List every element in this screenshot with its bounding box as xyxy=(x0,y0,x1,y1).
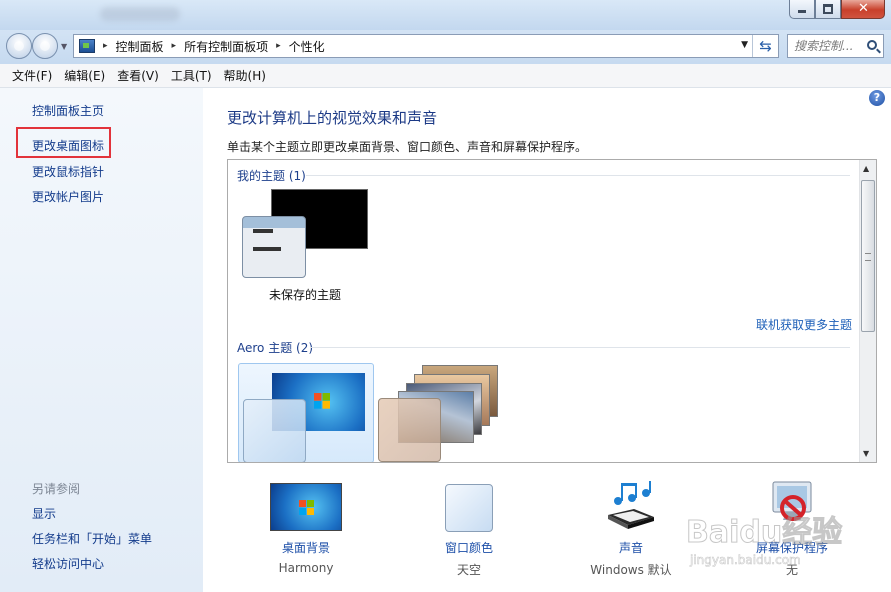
page-title: 更改计算机上的视觉效果和声音 xyxy=(227,109,438,127)
breadcrumb-separator-icon[interactable]: ▸ xyxy=(172,41,177,51)
theme-list: 我的主题 (1) 未保存的主题 联机获取更多主题 Aero 主题 (2) ▲ ▼ xyxy=(227,159,877,463)
theme-name: 未保存的主题 xyxy=(269,288,342,302)
setting-label[interactable]: 桌面背景 xyxy=(231,539,381,556)
address-bar[interactable]: ▸ 控制面板 ▸ 所有控制面板项 ▸ 个性化 ▼ ⇆ xyxy=(73,34,779,58)
theme-preview-window xyxy=(243,399,306,462)
sound-icon xyxy=(608,481,654,529)
get-more-themes-link[interactable]: 联机获取更多主题 xyxy=(756,316,852,333)
desktop-background-icon xyxy=(270,483,342,531)
close-button[interactable]: ✕ xyxy=(841,0,885,19)
breadcrumb-separator-icon[interactable]: ▸ xyxy=(103,41,108,51)
theme-windows-7[interactable] xyxy=(238,363,374,462)
theme-preview-window xyxy=(378,398,441,462)
setting-sounds[interactable]: 声音 Windows 默认 xyxy=(556,476,706,577)
search-box[interactable] xyxy=(787,34,884,58)
address-dropdown-icon[interactable]: ▼ xyxy=(741,40,748,50)
setting-value: Harmony xyxy=(278,561,334,575)
setting-value: 天空 xyxy=(456,563,481,577)
setting-label[interactable]: 窗口颜色 xyxy=(394,539,544,556)
sidebar-link-display[interactable]: 显示 xyxy=(32,505,56,522)
menu-help[interactable]: 帮助(H) xyxy=(218,67,272,84)
setting-label[interactable]: 屏幕保护程序 xyxy=(717,539,867,556)
maximize-button[interactable] xyxy=(815,0,841,19)
help-icon[interactable]: ? xyxy=(869,90,885,106)
task-pane: 控制面板主页 更改桌面图标 更改鼠标指针 更改帐户图片 另请参阅 显示 任务栏和… xyxy=(0,88,203,592)
sidebar-link-ease-of-access[interactable]: 轻松访问中心 xyxy=(32,555,104,572)
navigation-bar: ▼ ▸ 控制面板 ▸ 所有控制面板项 ▸ 个性化 ▼ ⇆ xyxy=(0,30,891,64)
theme-landscapes[interactable] xyxy=(378,365,503,462)
back-button[interactable] xyxy=(6,33,32,59)
windows-logo-icon xyxy=(299,500,314,515)
window-color-icon xyxy=(445,484,493,532)
maximize-icon xyxy=(823,4,833,14)
aero-themes-heading: Aero 主题 (2) xyxy=(237,341,314,355)
window-title xyxy=(100,7,180,21)
setting-screen-saver[interactable]: 屏幕保护程序 无 xyxy=(717,476,867,577)
search-icon[interactable] xyxy=(867,40,877,50)
section-divider xyxy=(306,175,850,176)
minimize-icon xyxy=(797,4,807,14)
close-icon: ✕ xyxy=(858,1,869,16)
forward-button[interactable] xyxy=(32,33,58,59)
page-description: 单击某个主题立即更改桌面背景、窗口颜色、声音和屏幕保护程序。 xyxy=(227,140,588,154)
minimize-button[interactable] xyxy=(789,0,815,19)
theme-list-scrollbar[interactable]: ▲ ▼ xyxy=(859,160,876,462)
setting-value: Windows 默认 xyxy=(590,563,672,577)
main-content: ? 更改计算机上的视觉效果和声音 单击某个主题立即更改桌面背景、窗口颜色、声音和… xyxy=(203,88,891,592)
breadcrumb-personalization[interactable]: 个性化 xyxy=(289,38,325,55)
control-panel-icon xyxy=(79,39,95,53)
scroll-down-icon[interactable]: ▼ xyxy=(863,449,869,458)
title-bar: ✕ xyxy=(0,0,891,30)
screensaver-icon xyxy=(772,481,812,521)
setting-desktop-background[interactable]: 桌面背景 Harmony xyxy=(231,476,381,576)
breadcrumb-separator-icon[interactable]: ▸ xyxy=(276,41,281,51)
section-divider xyxy=(310,347,850,348)
scroll-up-icon[interactable]: ▲ xyxy=(863,164,869,173)
setting-value: 无 xyxy=(785,563,798,577)
sidebar-link-taskbar-start-menu[interactable]: 任务栏和「开始」菜单 xyxy=(32,530,152,547)
recent-pages-dropdown-icon[interactable]: ▼ xyxy=(61,42,67,51)
menu-bar: 文件(F) 编辑(E) 查看(V) 工具(T) 帮助(H) xyxy=(0,64,891,88)
theme-preview-window xyxy=(242,216,306,278)
menu-view[interactable]: 查看(V) xyxy=(111,67,165,84)
setting-window-color[interactable]: 窗口颜色 天空 xyxy=(394,476,544,577)
sidebar-link-control-panel-home[interactable]: 控制面板主页 xyxy=(32,102,104,119)
sidebar-link-change-mouse-pointers[interactable]: 更改鼠标指针 xyxy=(32,163,104,180)
theme-unsaved[interactable]: 未保存的主题 xyxy=(242,189,372,314)
breadcrumb-all-items[interactable]: 所有控制面板项 xyxy=(184,38,268,55)
setting-label[interactable]: 声音 xyxy=(556,539,706,556)
sidebar-link-change-account-picture[interactable]: 更改帐户图片 xyxy=(32,188,104,205)
menu-file[interactable]: 文件(F) xyxy=(6,67,58,84)
breadcrumb-control-panel[interactable]: 控制面板 xyxy=(116,38,164,55)
search-input[interactable] xyxy=(794,39,864,53)
menu-tools[interactable]: 工具(T) xyxy=(165,67,218,84)
window-controls: ✕ xyxy=(789,0,885,19)
refresh-icon[interactable]: ⇆ xyxy=(752,35,778,57)
my-themes-heading: 我的主题 (1) xyxy=(237,169,306,183)
menu-edit[interactable]: 编辑(E) xyxy=(58,67,111,84)
scroll-thumb[interactable] xyxy=(861,180,875,332)
see-also-heading: 另请参阅 xyxy=(32,482,81,496)
sidebar-link-change-desktop-icons[interactable]: 更改桌面图标 xyxy=(32,137,104,154)
windows-logo-icon xyxy=(314,393,330,409)
theme-settings: 桌面背景 Harmony 窗口颜色 天空 声音 Windows 默认 屏幕保护程… xyxy=(227,476,877,592)
